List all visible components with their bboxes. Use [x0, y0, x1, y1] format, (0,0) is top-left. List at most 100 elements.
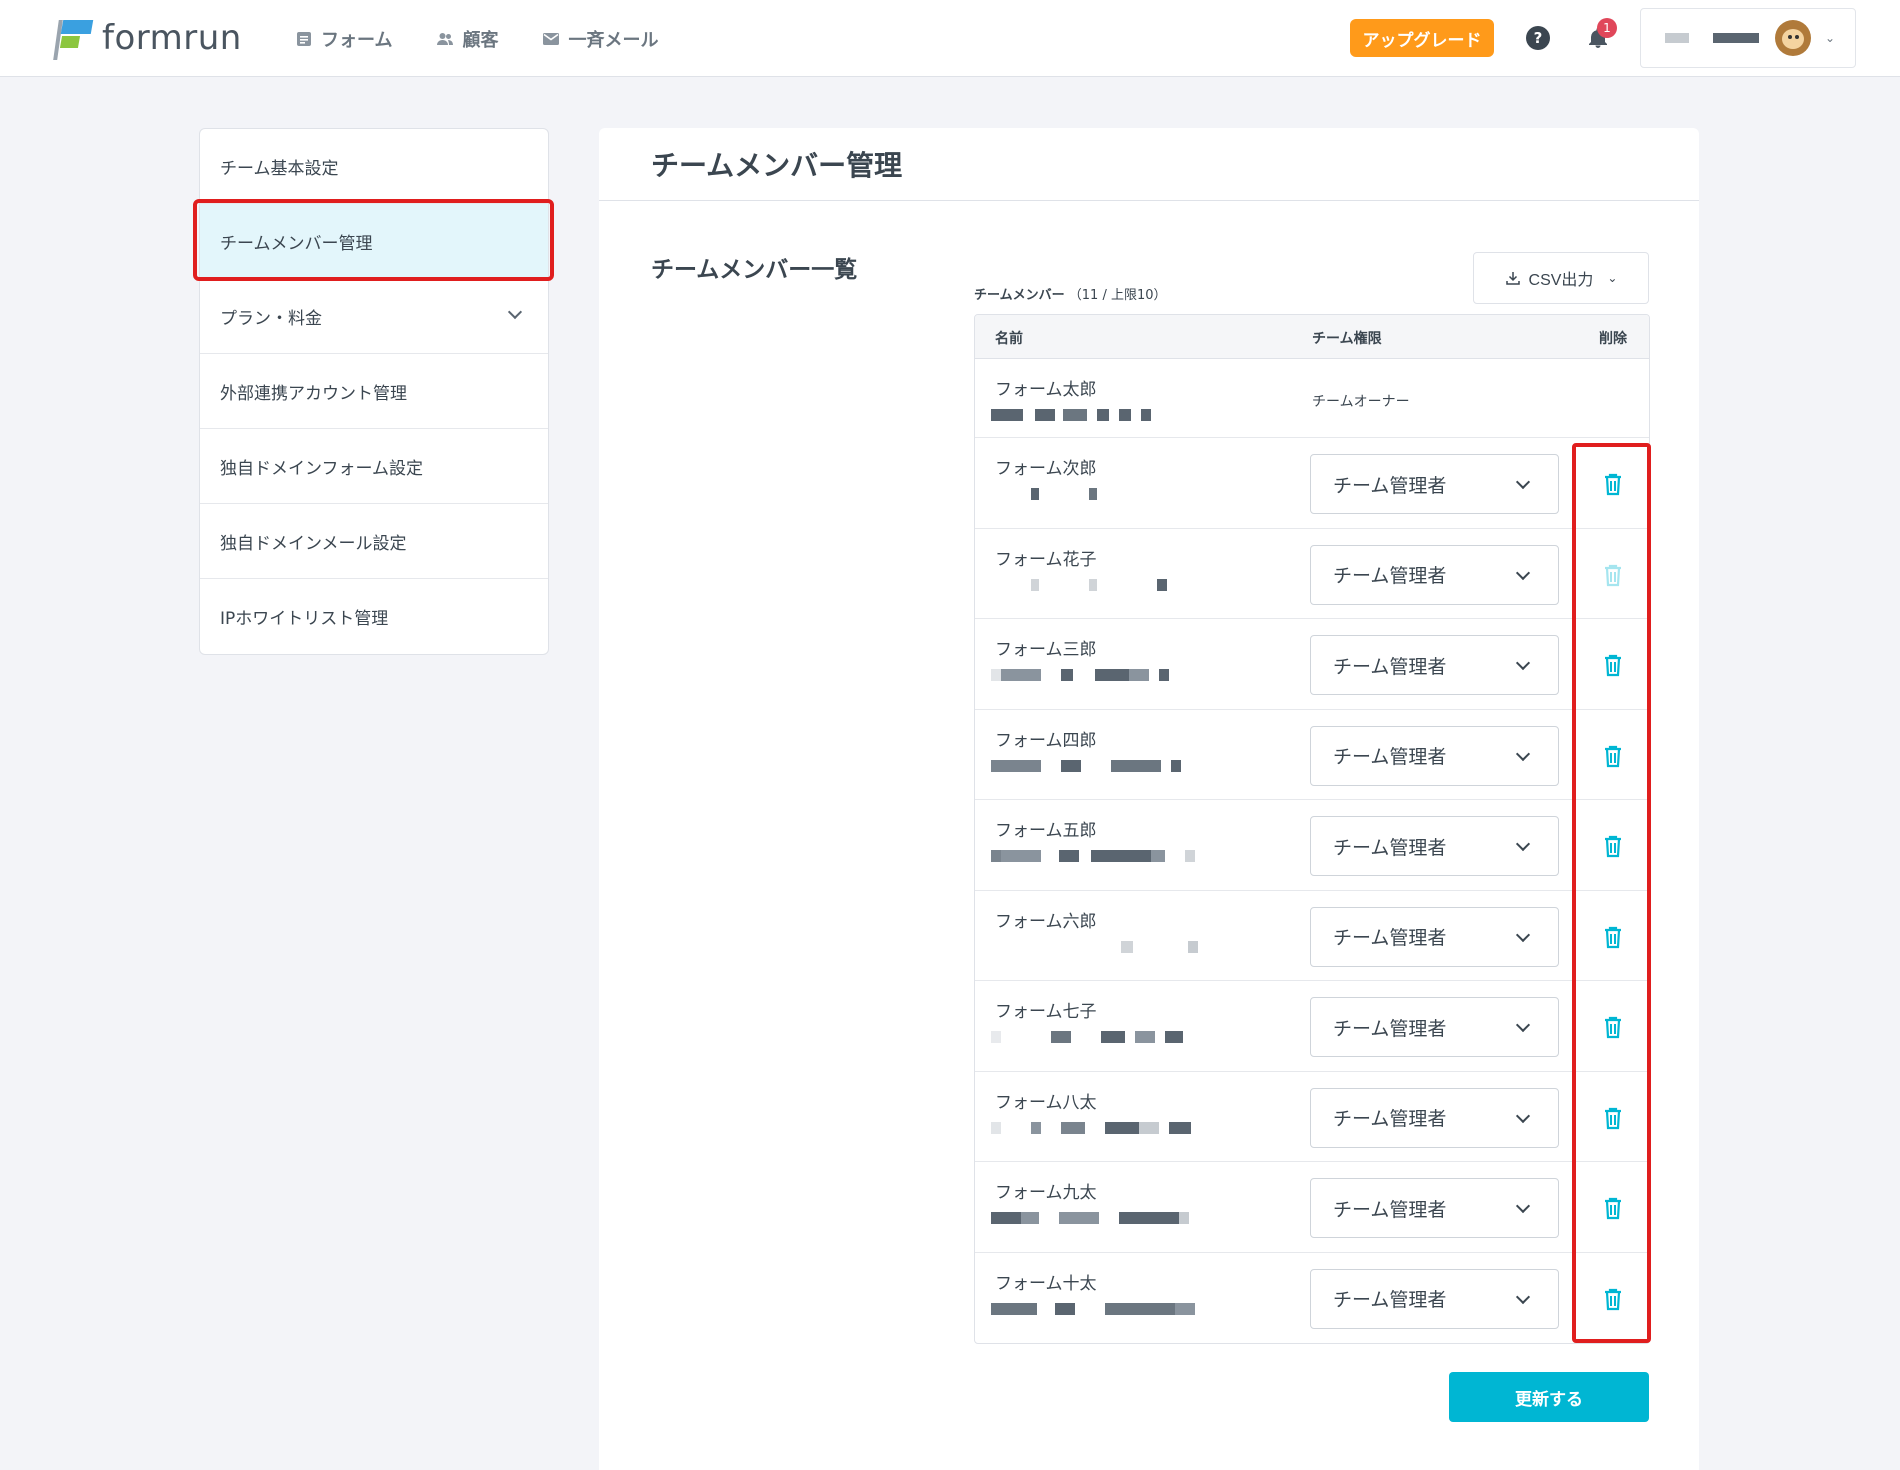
role-select[interactable]: チーム管理者	[1310, 454, 1559, 514]
table-row: フォーム三郎 チーム管理者	[975, 619, 1649, 710]
role-select-value: チーム管理者	[1333, 927, 1447, 949]
help-icon[interactable]: ?	[1526, 26, 1550, 50]
member-email-redacted	[991, 759, 1181, 772]
notification-badge: 1	[1597, 18, 1617, 38]
sidebar-item-external-accounts[interactable]: 外部連携アカウント管理	[200, 354, 548, 429]
chevron-down-icon	[507, 304, 523, 320]
table-row: フォーム十太チーム管理者	[975, 1253, 1649, 1344]
chevron-down-icon	[1515, 927, 1531, 942]
sidebar-item-label: IPホワイトリスト管理	[220, 609, 389, 629]
nav-bulk-mail-label: 一斉メール	[568, 30, 659, 51]
sidebar-item-label: プラン・料金	[220, 308, 322, 329]
table-row: フォーム九太チーム管理者	[975, 1162, 1649, 1253]
logo-text: formrun	[102, 18, 242, 58]
top-header: formrun フォーム 顧客 一斉メール アップグレード ? 1 ⌄	[0, 0, 1900, 77]
member-email-redacted	[991, 409, 1151, 421]
member-email-redacted	[991, 850, 1195, 862]
nav-forms[interactable]: フォーム	[295, 24, 392, 54]
role-select-value: チーム管理者	[1333, 1108, 1447, 1130]
role-select-value: チーム管理者	[1333, 474, 1447, 497]
member-email-redacted	[991, 1031, 1183, 1043]
sidebar-item-team-basic[interactable]: チーム基本設定	[200, 129, 548, 204]
member-email-redacted	[991, 1302, 1195, 1315]
chevron-down-icon	[1515, 746, 1531, 761]
sidebar-item-domain-mail[interactable]: 独自ドメインメール設定	[200, 504, 548, 579]
account-menu[interactable]: ⌄	[1640, 8, 1856, 68]
chevron-down-icon	[1515, 1198, 1531, 1214]
member-email-redacted	[991, 669, 1169, 681]
table-header: 名前 チーム権限 削除	[975, 315, 1649, 359]
formrun-logo[interactable]: formrun	[52, 16, 242, 60]
member-email-redacted	[991, 488, 1097, 500]
sidebar-item-label: 独自ドメインフォーム設定	[220, 458, 423, 479]
role-select-value: チーム管理者	[1333, 1017, 1447, 1040]
member-name: フォーム八太	[995, 1092, 1097, 1113]
highlight-box-sidebar	[193, 199, 554, 281]
member-count-label: チームメンバー （11 / 上限10）	[974, 284, 1167, 303]
member-name: フォーム九太	[995, 1183, 1097, 1203]
member-label: チームメンバー	[974, 288, 1065, 303]
nav-bulk-mail[interactable]: 一斉メール	[542, 24, 658, 54]
chevron-down-icon	[1515, 565, 1531, 580]
sidebar-item-label: 外部連携アカウント管理	[220, 383, 407, 404]
member-name: フォーム七子	[995, 1002, 1097, 1022]
role-select[interactable]: チーム管理者	[1310, 997, 1559, 1057]
account-name-redacted	[1713, 33, 1759, 43]
table-row: フォーム七子チーム管理者	[975, 981, 1649, 1072]
table-row: フォーム八太チーム管理者	[975, 1072, 1649, 1162]
avatar	[1775, 20, 1811, 56]
chevron-down-icon: ⌄	[1607, 271, 1618, 285]
member-count: （11 / 上限10）	[1068, 288, 1167, 303]
member-name: フォーム五郎	[995, 821, 1097, 841]
chevron-down-icon: ⌄	[1825, 31, 1836, 45]
mail-icon	[543, 33, 560, 45]
chevron-down-icon	[1515, 836, 1531, 852]
csv-export-button[interactable]: CSV出力 ⌄	[1473, 252, 1649, 304]
table-row: フォーム次郎チーム管理者	[975, 438, 1649, 529]
role-select-value: チーム管理者	[1333, 746, 1447, 768]
table-row: フォーム花子 チーム管理者	[975, 529, 1649, 619]
nav-forms-label: フォーム	[321, 30, 393, 51]
nav-customers[interactable]: 顧客	[436, 24, 498, 54]
sidebar-item-label: チーム基本設定	[220, 158, 339, 179]
member-email-redacted	[991, 578, 1167, 591]
notification-bell[interactable]: 1	[1586, 18, 1617, 50]
member-name: フォーム十太	[995, 1273, 1097, 1294]
sidebar-item-label: 独自ドメインメール設定	[220, 533, 407, 554]
role-select[interactable]: チーム管理者	[1310, 1268, 1559, 1329]
chevron-down-icon	[1515, 655, 1531, 671]
sidebar-item-plan[interactable]: プラン・料金	[200, 279, 548, 354]
member-name: フォーム三郎	[995, 640, 1097, 660]
main-nav: フォーム 顧客 一斉メール	[295, 24, 658, 54]
role-select[interactable]: チーム管理者	[1310, 1178, 1559, 1238]
role-select[interactable]: チーム管理者	[1310, 544, 1559, 605]
people-icon	[437, 33, 454, 45]
member-name: フォーム花子	[995, 549, 1097, 570]
role-select[interactable]: チーム管理者	[1310, 635, 1559, 695]
upgrade-button[interactable]: アップグレード	[1350, 19, 1494, 57]
col-role-header: チーム権限	[1312, 331, 1382, 347]
sidebar-item-domain-form[interactable]: 独自ドメインフォーム設定	[200, 429, 548, 504]
role-select[interactable]: チーム管理者	[1310, 1087, 1559, 1148]
update-button[interactable]: 更新する	[1449, 1372, 1649, 1422]
chevron-down-icon	[1515, 1017, 1531, 1033]
csv-export-label: CSV出力	[1528, 272, 1594, 289]
section-title: チームメンバー一覧	[651, 257, 858, 283]
main-panel: チームメンバー管理 チームメンバー一覧 チームメンバー （11 / 上限10） …	[599, 128, 1699, 1470]
member-email-redacted	[991, 1212, 1189, 1224]
role-select-value: チーム管理者	[1333, 1198, 1447, 1221]
sidebar-item-ip-whitelist[interactable]: IPホワイトリスト管理	[200, 579, 548, 654]
role-select[interactable]: チーム管理者	[1310, 906, 1559, 967]
nav-customers-label: 顧客	[462, 30, 499, 51]
main-header: チームメンバー管理	[599, 128, 1699, 201]
table-row: フォーム六郎チーム管理者	[975, 891, 1649, 981]
member-name: フォーム六郎	[995, 911, 1097, 932]
member-name: フォーム次郎	[995, 459, 1097, 479]
form-icon	[297, 32, 311, 46]
owner-role: チームオーナー	[1312, 394, 1410, 410]
role-select-value: チーム管理者	[1333, 1289, 1447, 1311]
member-email-redacted	[991, 1121, 1191, 1134]
role-select[interactable]: チーム管理者	[1310, 725, 1559, 786]
role-select[interactable]: チーム管理者	[1310, 816, 1559, 876]
account-name-redacted	[1665, 33, 1689, 43]
